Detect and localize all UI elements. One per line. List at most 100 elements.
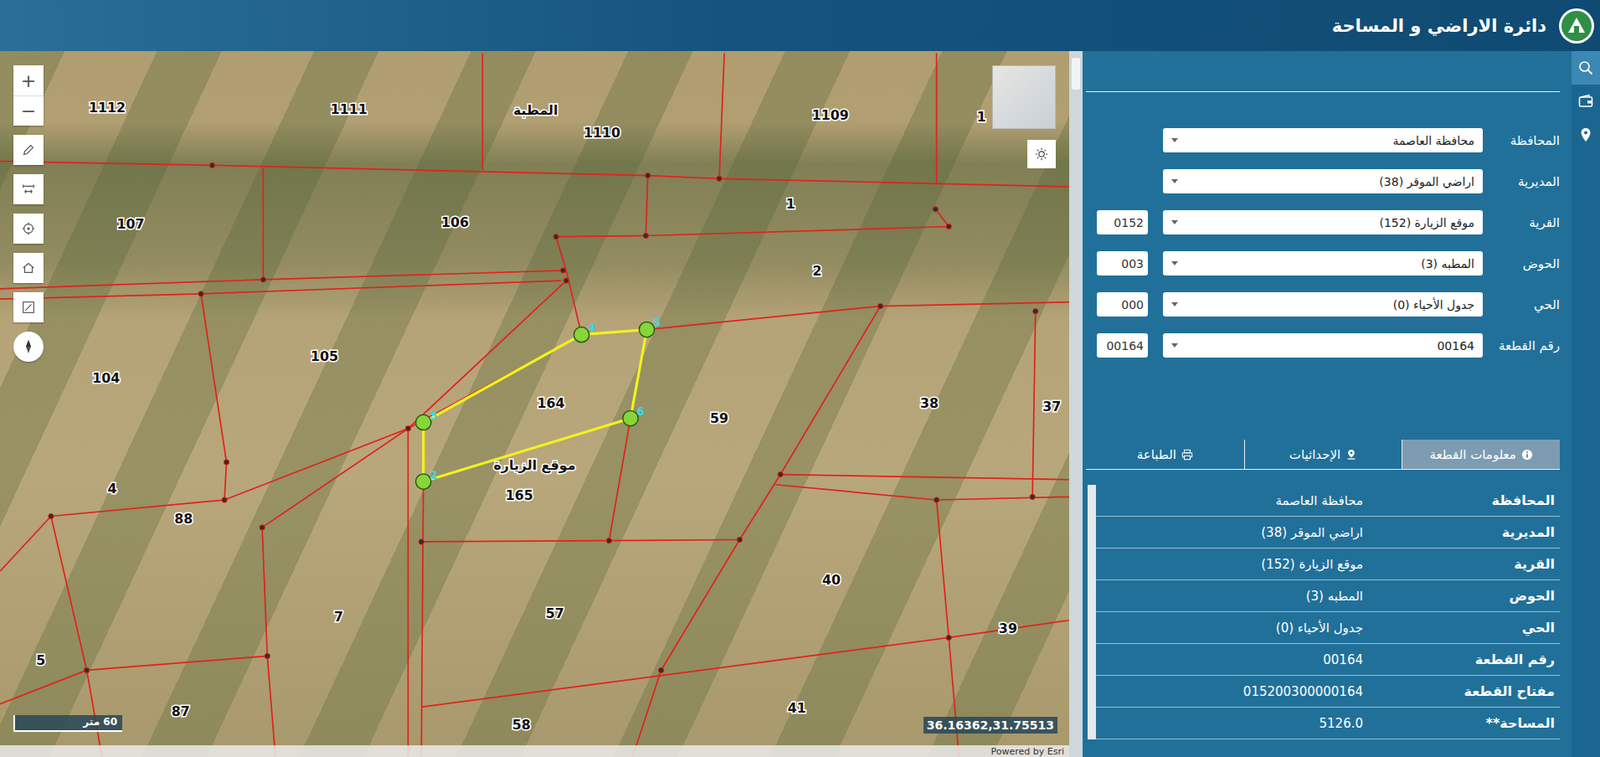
field-label: المحافظة xyxy=(1490,133,1560,149)
locate-icon xyxy=(20,221,37,237)
panel-scrollbar[interactable] xyxy=(1069,51,1083,757)
parcel-boundary xyxy=(780,474,1070,480)
parcel-boundary xyxy=(0,280,561,299)
code-input[interactable]: 000 xyxy=(1096,292,1148,317)
parcel-boundary xyxy=(407,428,410,757)
boundary-vertex xyxy=(209,162,215,168)
tab-bar: معلومات القطعةالإحداثياتالطباعة xyxy=(1085,439,1560,470)
dropdown[interactable]: 00164 xyxy=(1162,333,1483,358)
parcel-boundary xyxy=(719,52,725,179)
form-row: الحوضالمطبه (3)003 xyxy=(1085,251,1560,276)
dropdown[interactable]: موقع الزيارة (152) xyxy=(1162,210,1483,235)
location-pin-icon xyxy=(1345,448,1358,461)
dropdown[interactable]: جدول الأحياء (0) xyxy=(1162,292,1483,317)
boundary-vertex xyxy=(946,634,952,640)
brightness-button[interactable] xyxy=(1027,139,1056,169)
parcel-label: 2 xyxy=(812,262,823,279)
pencil-button[interactable] xyxy=(13,134,44,165)
parcel-label: 87 xyxy=(171,703,191,720)
info-row: المديريةاراضي الموقر (38) xyxy=(1095,516,1560,549)
boundary-vertex xyxy=(553,234,559,240)
code-input[interactable]: 003 xyxy=(1096,251,1148,276)
boundary-vertex xyxy=(716,175,722,181)
svg-text:5: 5 xyxy=(653,316,661,330)
caret-icon xyxy=(1171,343,1179,348)
parcel-label: 58 xyxy=(512,716,531,733)
attribution: Powered by Esri xyxy=(0,745,1070,757)
basemap-thumbnail[interactable] xyxy=(992,65,1056,129)
edit-button[interactable] xyxy=(13,292,44,323)
parcel-boundary xyxy=(608,418,631,541)
dropdown[interactable]: محافظة العاصمة xyxy=(1162,128,1483,153)
boundary-vertex xyxy=(645,172,651,178)
form-row: المديرية اراضي الموقر (38) xyxy=(1085,169,1560,194)
tab[interactable]: الإحداثيات xyxy=(1244,439,1403,469)
side-nav-item[interactable] xyxy=(1571,84,1600,119)
side-nav-item[interactable] xyxy=(1571,51,1600,85)
cursor-coordinates: 36.16362,31.75513 xyxy=(923,716,1058,734)
scale-bar: 60 متر xyxy=(13,715,123,732)
tab[interactable]: معلومات القطعة xyxy=(1401,439,1560,469)
parcel-boundary xyxy=(647,302,1070,330)
top-bar: دائرة الاراضي و المساحة xyxy=(0,0,1600,52)
map[interactable]: 11121111المطبة11101109110710612105104164… xyxy=(0,51,1070,757)
field-label: المديرية xyxy=(1490,174,1560,190)
dropdown[interactable]: اراضي الموقر (38) xyxy=(1162,169,1483,194)
boundary-vertex xyxy=(560,267,566,273)
parcel-label: 104 xyxy=(92,370,120,386)
parcel-label: 1112 xyxy=(88,99,126,116)
svg-text:6: 6 xyxy=(637,405,645,418)
field-label: القرية xyxy=(1490,215,1560,231)
boundary-vertex xyxy=(259,524,265,530)
svg-text:3: 3 xyxy=(429,409,438,422)
zoom-button[interactable]: − xyxy=(13,95,44,126)
parcel-label: 4 xyxy=(108,480,118,497)
boundary-vertex xyxy=(933,497,939,503)
parcel-label: 105 xyxy=(310,348,339,365)
parcel-boundary xyxy=(0,270,566,289)
locate-button[interactable] xyxy=(13,213,44,244)
dropdown[interactable]: المطبه (3) xyxy=(1162,251,1483,276)
parcel-label: 39 xyxy=(998,620,1018,637)
boundary-point[interactable]: 2 xyxy=(416,468,438,489)
boundary-vertex xyxy=(83,667,89,673)
form-row: المحافظة محافظة العاصمة xyxy=(1085,128,1560,153)
info-row: الحوضالمطبه (3) xyxy=(1095,580,1560,613)
boundary-point[interactable]: 3 xyxy=(416,409,438,430)
parcel-label: 1109 xyxy=(812,107,849,124)
boundary-vertex xyxy=(563,277,569,283)
compass-icon xyxy=(20,338,37,355)
boundary-vertex xyxy=(1033,308,1039,314)
boundary-point[interactable]: 5 xyxy=(638,316,661,337)
pencil-icon xyxy=(20,142,37,158)
boundary-point[interactable]: 6 xyxy=(622,405,645,426)
boundary-vertex xyxy=(643,232,649,238)
boundary-vertex xyxy=(777,471,783,477)
parcel-label: 1 xyxy=(977,108,987,125)
parcel-label: 1111 xyxy=(330,101,368,118)
parcel-boundary xyxy=(482,52,484,170)
wallet-icon xyxy=(1577,92,1595,110)
measure-button[interactable] xyxy=(13,174,44,205)
code-input[interactable]: 0152 xyxy=(1096,210,1148,235)
info-scrollbar[interactable] xyxy=(1087,484,1096,740)
parcel-label: 164 xyxy=(536,395,565,412)
zoom-button[interactable]: + xyxy=(13,65,44,96)
tab[interactable]: الطباعة xyxy=(1085,439,1245,469)
parcel-boundary xyxy=(632,306,880,757)
form-row: الحيجدول الأحياء (0)000 xyxy=(1085,292,1560,317)
parcel-boundary xyxy=(0,280,566,572)
parcel-boundary xyxy=(775,484,1070,500)
compass-button[interactable] xyxy=(13,331,44,362)
map-canvas[interactable]: 11121111المطبة11101109110710612105104164… xyxy=(0,51,1070,757)
side-nav xyxy=(1571,51,1600,757)
parcel-label: المطبة xyxy=(513,102,558,119)
info-row: المساحة**5126.0 xyxy=(1095,707,1560,740)
home-button[interactable] xyxy=(13,252,44,283)
boundary-point[interactable]: 4 xyxy=(573,321,596,342)
parcel-boundary xyxy=(200,293,227,500)
code-input[interactable]: 00164 xyxy=(1096,333,1148,358)
side-nav-item[interactable] xyxy=(1571,118,1600,152)
caret-icon xyxy=(1171,261,1179,266)
boundary-vertex xyxy=(198,291,204,297)
